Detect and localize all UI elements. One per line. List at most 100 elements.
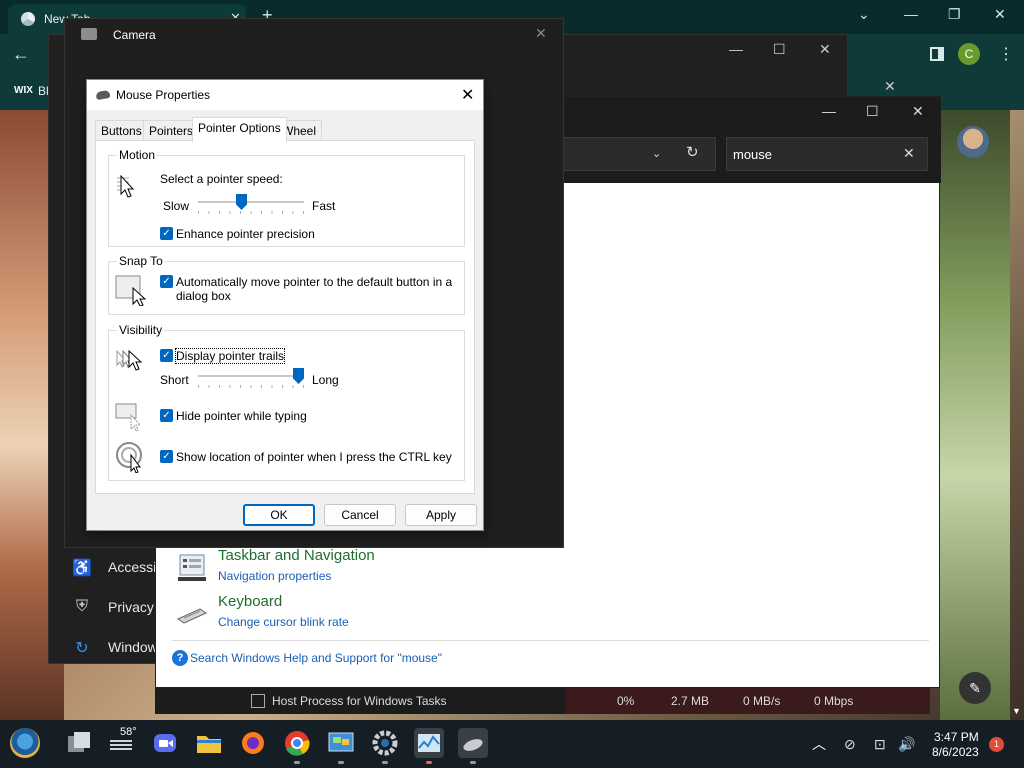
enhance-precision-label[interactable]: Enhance pointer precision bbox=[176, 227, 315, 241]
firefox-icon[interactable] bbox=[238, 728, 268, 758]
pointer-trail-length-slider[interactable] bbox=[198, 368, 304, 392]
pointer-options-panel: Motion Select a pointer speed: Slow Fast… bbox=[95, 140, 475, 494]
group-legend: Snap To bbox=[117, 254, 165, 268]
settings-gear-icon[interactable] bbox=[370, 728, 400, 758]
task-manager-row[interactable]: Host Process for Windows Tasks 0% 2.7 MB… bbox=[155, 688, 930, 714]
chrome-taskbar-icon[interactable] bbox=[282, 728, 312, 758]
apply-button[interactable]: Apply bbox=[405, 504, 477, 526]
group-legend: Visibility bbox=[117, 323, 165, 337]
cp-item-link[interactable]: Navigation properties bbox=[218, 569, 331, 583]
pointer-speed-slider[interactable] bbox=[198, 194, 304, 218]
slider-ticks bbox=[198, 385, 304, 388]
settings-close-button[interactable]: ✕ bbox=[819, 41, 831, 58]
windows-update-icon: ↻ bbox=[75, 640, 89, 657]
cancel-button[interactable]: Cancel bbox=[324, 504, 396, 526]
slow-label: Slow bbox=[163, 199, 190, 213]
control-panel-search-box[interactable]: ✕ bbox=[726, 137, 928, 171]
dialog-close-button[interactable]: ✕ bbox=[461, 85, 474, 105]
snap-to-icon bbox=[115, 275, 147, 306]
ok-button[interactable]: OK bbox=[243, 504, 315, 526]
cp-item-link[interactable]: Change cursor blink rate bbox=[218, 615, 349, 629]
network-status-icon[interactable]: ⊘ bbox=[844, 736, 856, 753]
tab-pointers[interactable]: Pointers bbox=[143, 120, 200, 141]
short-label: Short bbox=[160, 373, 189, 387]
file-explorer-icon[interactable] bbox=[194, 728, 224, 758]
slider-track bbox=[198, 201, 304, 203]
show-location-label[interactable]: Show location of pointer when I press th… bbox=[176, 450, 452, 464]
running-indicator bbox=[382, 761, 388, 764]
refresh-icon[interactable]: ↻ bbox=[686, 143, 699, 161]
volume-icon[interactable]: 🔊 bbox=[898, 736, 915, 753]
chrome-logo-icon bbox=[21, 12, 35, 26]
hide-pointer-checkbox[interactable]: ✓ bbox=[160, 409, 173, 422]
search-input[interactable] bbox=[733, 144, 893, 164]
profile-thumbnail[interactable] bbox=[957, 126, 989, 158]
cp-item-keyboard: Keyboard Change cursor blink rate bbox=[176, 593, 576, 639]
cp-item-heading[interactable]: Keyboard bbox=[218, 593, 282, 610]
hide-pointer-label[interactable]: Hide pointer while typing bbox=[176, 409, 307, 423]
wix-bookmark-icon[interactable]: WIX bbox=[14, 85, 33, 96]
pointer-speed-icon bbox=[117, 174, 135, 198]
camera-close-button[interactable]: ✕ bbox=[535, 25, 547, 42]
slider-ticks bbox=[198, 211, 304, 214]
display-icon[interactable]: ⊡ bbox=[874, 736, 886, 753]
tab-search-button[interactable]: ⌄ bbox=[858, 6, 870, 23]
address-dropdown-icon[interactable]: ⌄ bbox=[652, 147, 661, 160]
back-arrow-icon[interactable]: ← bbox=[12, 44, 30, 65]
cp-minimize-button[interactable]: — bbox=[822, 103, 836, 119]
slider-thumb[interactable] bbox=[236, 194, 247, 210]
slider-thumb[interactable] bbox=[293, 368, 304, 384]
tray-overflow-chevron[interactable]: ︿ bbox=[812, 734, 826, 754]
snap-to-group: Snap To ✓ Automatically move pointer to … bbox=[108, 254, 465, 315]
wind-icon bbox=[110, 744, 132, 746]
camera-title: Camera bbox=[113, 28, 156, 42]
side-panel-icon[interactable] bbox=[930, 47, 944, 61]
notification-badge[interactable]: 1 bbox=[989, 737, 1004, 752]
show-location-checkbox[interactable]: ✓ bbox=[160, 450, 173, 463]
secondary-close-button[interactable]: ✕ bbox=[884, 78, 896, 95]
zoom-app-icon[interactable] bbox=[150, 728, 180, 758]
pointer-location-icon bbox=[116, 442, 142, 473]
cp-item-heading[interactable]: Taskbar and Navigation bbox=[218, 547, 375, 564]
settings-maximize-button[interactable]: ☐ bbox=[773, 41, 786, 58]
edit-pencil-icon[interactable]: ✎ bbox=[959, 672, 991, 704]
clear-search-icon[interactable]: ✕ bbox=[903, 145, 915, 162]
mouse-icon bbox=[95, 89, 111, 101]
chrome-maximize-button[interactable]: ❐ bbox=[948, 6, 961, 23]
profile-avatar[interactable]: C bbox=[958, 43, 980, 65]
pointer-trails-checkbox[interactable]: ✓ bbox=[160, 349, 173, 362]
cp-maximize-button[interactable]: ☐ bbox=[866, 103, 879, 120]
settings-minimize-button[interactable]: — bbox=[729, 41, 743, 57]
task-manager-icon[interactable] bbox=[414, 728, 444, 758]
weather-widget[interactable]: 58° bbox=[110, 726, 140, 758]
snap-to-checkbox[interactable]: ✓ bbox=[160, 275, 173, 288]
visibility-group: Visibility ✓ Display pointer trails Shor… bbox=[108, 323, 465, 481]
snap-to-label-line2[interactable]: dialog box bbox=[176, 289, 231, 303]
control-panel-icon[interactable] bbox=[326, 728, 356, 758]
tab-buttons[interactable]: Buttons bbox=[95, 120, 148, 141]
cp-close-button[interactable]: ✕ bbox=[912, 103, 924, 120]
mouse-properties-taskbar-icon[interactable] bbox=[458, 728, 488, 758]
snap-to-label-line1[interactable]: Automatically move pointer to the defaul… bbox=[176, 275, 452, 289]
tab-pointer-options[interactable]: Pointer Options bbox=[192, 117, 287, 142]
fast-label: Fast bbox=[312, 199, 336, 213]
pointer-speed-prompt: Select a pointer speed: bbox=[160, 172, 283, 186]
chrome-minimize-button[interactable]: — bbox=[904, 6, 918, 22]
chrome-menu-icon[interactable]: ⋮ bbox=[998, 44, 1014, 64]
process-network: 0 Mbps bbox=[814, 694, 854, 708]
help-link-label[interactable]: Search Windows Help and Support for "mou… bbox=[190, 651, 442, 665]
start-button[interactable] bbox=[10, 728, 40, 758]
chrome-close-button[interactable]: ✕ bbox=[994, 6, 1006, 23]
scroll-down-arrow[interactable]: ▼ bbox=[1012, 706, 1021, 716]
nav-label: Window bbox=[108, 639, 158, 655]
running-indicator bbox=[426, 761, 432, 764]
enhance-precision-checkbox[interactable]: ✓ bbox=[160, 227, 173, 240]
process-cpu: 0% bbox=[617, 694, 635, 708]
task-view-icon[interactable] bbox=[64, 728, 94, 758]
nav-label: Accessil bbox=[108, 559, 160, 575]
clock-time[interactable]: 3:47 PM bbox=[934, 730, 979, 744]
long-label: Long bbox=[312, 373, 339, 387]
clock-date[interactable]: 8/6/2023 bbox=[932, 745, 979, 759]
pointer-trails-label[interactable]: Display pointer trails bbox=[174, 348, 286, 364]
running-indicator bbox=[294, 761, 300, 764]
